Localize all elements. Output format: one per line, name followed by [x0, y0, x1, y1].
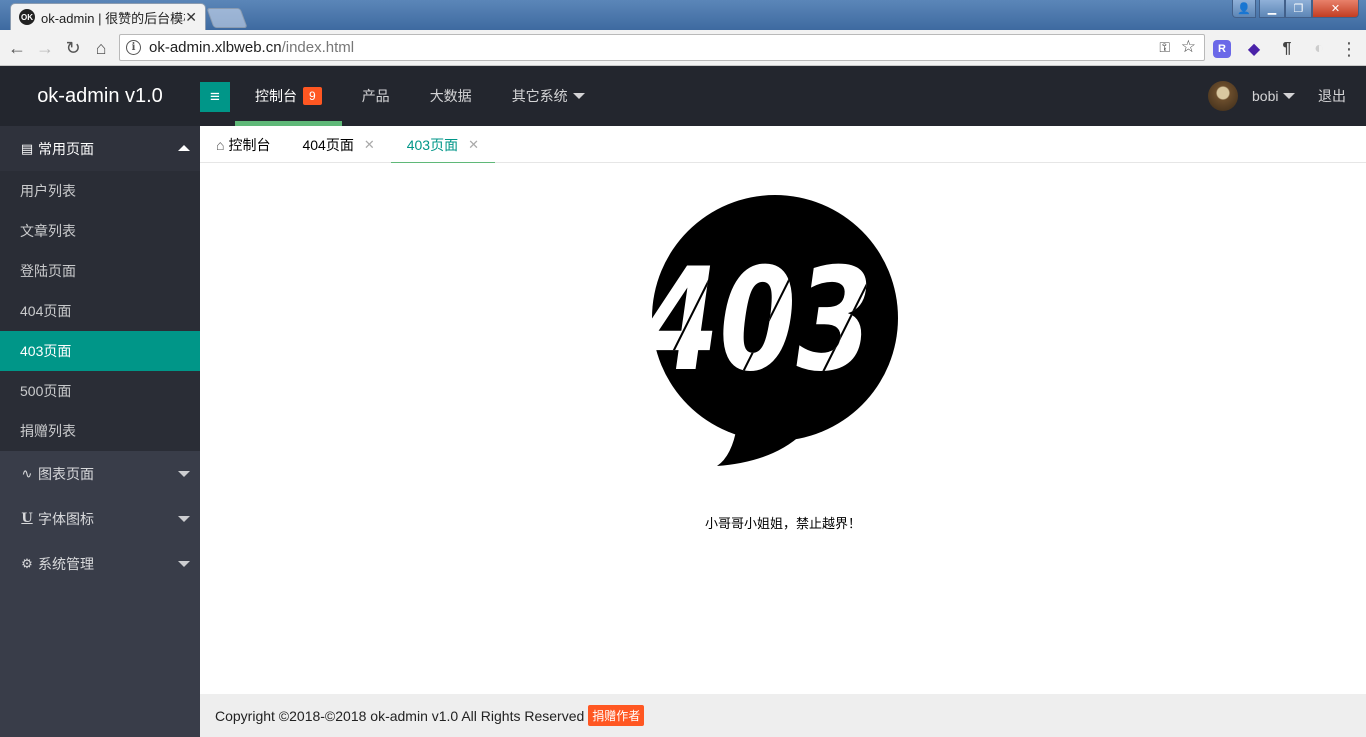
caret-down-icon — [1283, 93, 1296, 99]
sidebar-item-user-list[interactable]: 用户列表 — [0, 171, 200, 211]
sidebar-group-font-icons[interactable]: U 字体图标 — [0, 496, 200, 541]
nav-item-bigdata[interactable]: 大数据 — [410, 66, 492, 126]
home-icon: ⌂ — [216, 136, 225, 153]
user-menu[interactable]: bobi — [1208, 66, 1296, 126]
gear-icon: ⚙ — [21, 555, 33, 571]
app-header: ok-admin v1.0 ≡ 控制台 9 产品 大数据 其它系统 bobi 退… — [0, 66, 1366, 126]
close-icon[interactable]: ✕ — [468, 137, 479, 153]
star-icon[interactable]: ☆ — [1181, 37, 1196, 57]
sidebar-item-500-page[interactable]: 500页面 — [0, 371, 200, 411]
browser-tab-title: ok-admin | 很赞的后台模板 — [41, 10, 186, 26]
window-close-button[interactable]: ✕ — [1312, 0, 1359, 18]
nav-item-label: 控制台 — [255, 88, 297, 104]
notification-badge: 9 — [303, 87, 322, 105]
back-arrow-icon[interactable]: ← — [5, 36, 29, 60]
extension-pilcrow-icon[interactable]: ¶ — [1278, 40, 1296, 58]
footer: Copyright ©2018-©2018 ok-admin v1.0 All … — [200, 694, 1366, 737]
browser-tab[interactable]: OK ok-admin | 很赞的后台模板 ✕ — [10, 3, 206, 30]
main-content: 403 403 小哥哥小姐姐，禁止越界！ — [200, 163, 1366, 694]
nav-item-label: 产品 — [361, 88, 390, 104]
sidebar-group-label: 常用页面 — [38, 140, 94, 157]
user-name: bobi — [1252, 88, 1279, 104]
tab-label: 控制台 — [228, 136, 271, 153]
nav-item-products[interactable]: 产品 — [342, 66, 410, 126]
maximize-button[interactable]: ❐ — [1285, 0, 1312, 18]
browser-menu-icon[interactable]: ⋮ — [1340, 39, 1358, 59]
chevron-down-icon — [178, 561, 190, 567]
copyright-text: Copyright ©2018-©2018 ok-admin v1.0 All … — [215, 707, 585, 724]
url-path: /index.html — [281, 39, 355, 56]
favicon-icon: OK — [19, 9, 35, 25]
sidebar-group-system-admin[interactable]: ⚙ 系统管理 — [0, 541, 200, 586]
sidebar: ▤ 常用页面 用户列表 文章列表 登陆页面 404页面 403页面 500页面 … — [0, 126, 200, 737]
pulse-icon: ∿ — [21, 465, 33, 481]
logout-link[interactable]: 退出 — [1318, 66, 1346, 126]
page-tabs: ⌂ 控制台 404页面 ✕ 403页面 ✕ — [200, 126, 1366, 164]
tab-label: 403页面 — [406, 136, 459, 153]
url-host: ok-admin.xlbweb.cn — [149, 39, 282, 56]
sidebar-group-common-pages[interactable]: ▤ 常用页面 — [0, 126, 200, 171]
browser-toolbar: ← → ↻ ⌂ i ok-admin.xlbweb.cn/index.html … — [0, 30, 1366, 66]
minimize-button[interactable]: ▁ — [1259, 0, 1285, 18]
nav-item-dashboard[interactable]: 控制台 9 — [235, 66, 342, 126]
calendar-icon: ▤ — [20, 140, 34, 156]
nav-item-other-systems[interactable]: 其它系统 — [492, 66, 605, 126]
home-icon[interactable]: ⌂ — [89, 36, 113, 60]
tab-403[interactable]: 403页面 ✕ — [390, 126, 496, 164]
new-tab-button[interactable] — [206, 8, 248, 28]
profile-icon[interactable]: 👤 — [1232, 0, 1256, 18]
chevron-down-icon — [178, 516, 190, 522]
browser-titlebar: OK ok-admin | 很赞的后台模板 ✕ 👤 ▁ ❐ ✕ — [0, 0, 1366, 30]
sidebar-group-label: 系统管理 — [38, 555, 94, 572]
underline-icon: U — [21, 511, 33, 526]
menu-toggle-icon[interactable]: ≡ — [200, 82, 230, 112]
extension-disabled-icon[interactable]: ◐ — [1310, 40, 1328, 58]
info-icon[interactable]: i — [126, 40, 141, 55]
address-bar[interactable]: i ok-admin.xlbweb.cn/index.html ⚿ ☆ — [119, 34, 1205, 61]
reload-icon[interactable]: ↻ — [61, 36, 85, 60]
extension-r-icon[interactable]: R — [1213, 40, 1231, 58]
chevron-up-icon — [178, 145, 190, 151]
error-403-illustration: 403 403 — [642, 195, 898, 466]
chevron-down-icon — [178, 471, 190, 477]
caret-down-icon — [572, 93, 585, 99]
avatar[interactable] — [1208, 81, 1238, 111]
nav-item-label: 大数据 — [429, 88, 472, 104]
extension-diamond-icon[interactable]: ◆ — [1245, 40, 1263, 58]
nav-item-label: 其它系统 — [511, 88, 568, 104]
donate-button[interactable]: 捐赠作者 — [588, 705, 645, 726]
error-message: 小哥哥小姐姐，禁止越界！ — [704, 516, 861, 531]
sidebar-sublist: 用户列表 文章列表 登陆页面 404页面 403页面 500页面 捐赠列表 — [0, 171, 200, 451]
tab-404[interactable]: 404页面 ✕ — [286, 126, 390, 163]
sidebar-item-login-page[interactable]: 登陆页面 — [0, 251, 200, 291]
forward-arrow-icon[interactable]: → — [33, 36, 57, 60]
error-code: 403 — [642, 238, 884, 403]
top-nav: 控制台 9 产品 大数据 其它系统 — [235, 66, 605, 126]
tab-label: 404页面 — [302, 136, 354, 153]
sidebar-group-label: 字体图标 — [38, 510, 94, 527]
sidebar-item-403-page[interactable]: 403页面 — [0, 331, 200, 371]
sidebar-item-404-page[interactable]: 404页面 — [0, 291, 200, 331]
sidebar-group-charts[interactable]: ∿ 图表页面 — [0, 451, 200, 496]
sidebar-item-donation-list[interactable]: 捐赠列表 — [0, 411, 200, 451]
logo[interactable]: ok-admin v1.0 — [0, 66, 200, 126]
key-icon[interactable]: ⚿ — [1159, 39, 1170, 56]
sidebar-group-label: 图表页面 — [38, 465, 94, 482]
close-tab-icon[interactable]: ✕ — [185, 9, 197, 26]
close-icon[interactable]: ✕ — [364, 137, 375, 153]
tab-dashboard[interactable]: ⌂ 控制台 — [200, 126, 286, 163]
sidebar-item-article-list[interactable]: 文章列表 — [0, 211, 200, 251]
